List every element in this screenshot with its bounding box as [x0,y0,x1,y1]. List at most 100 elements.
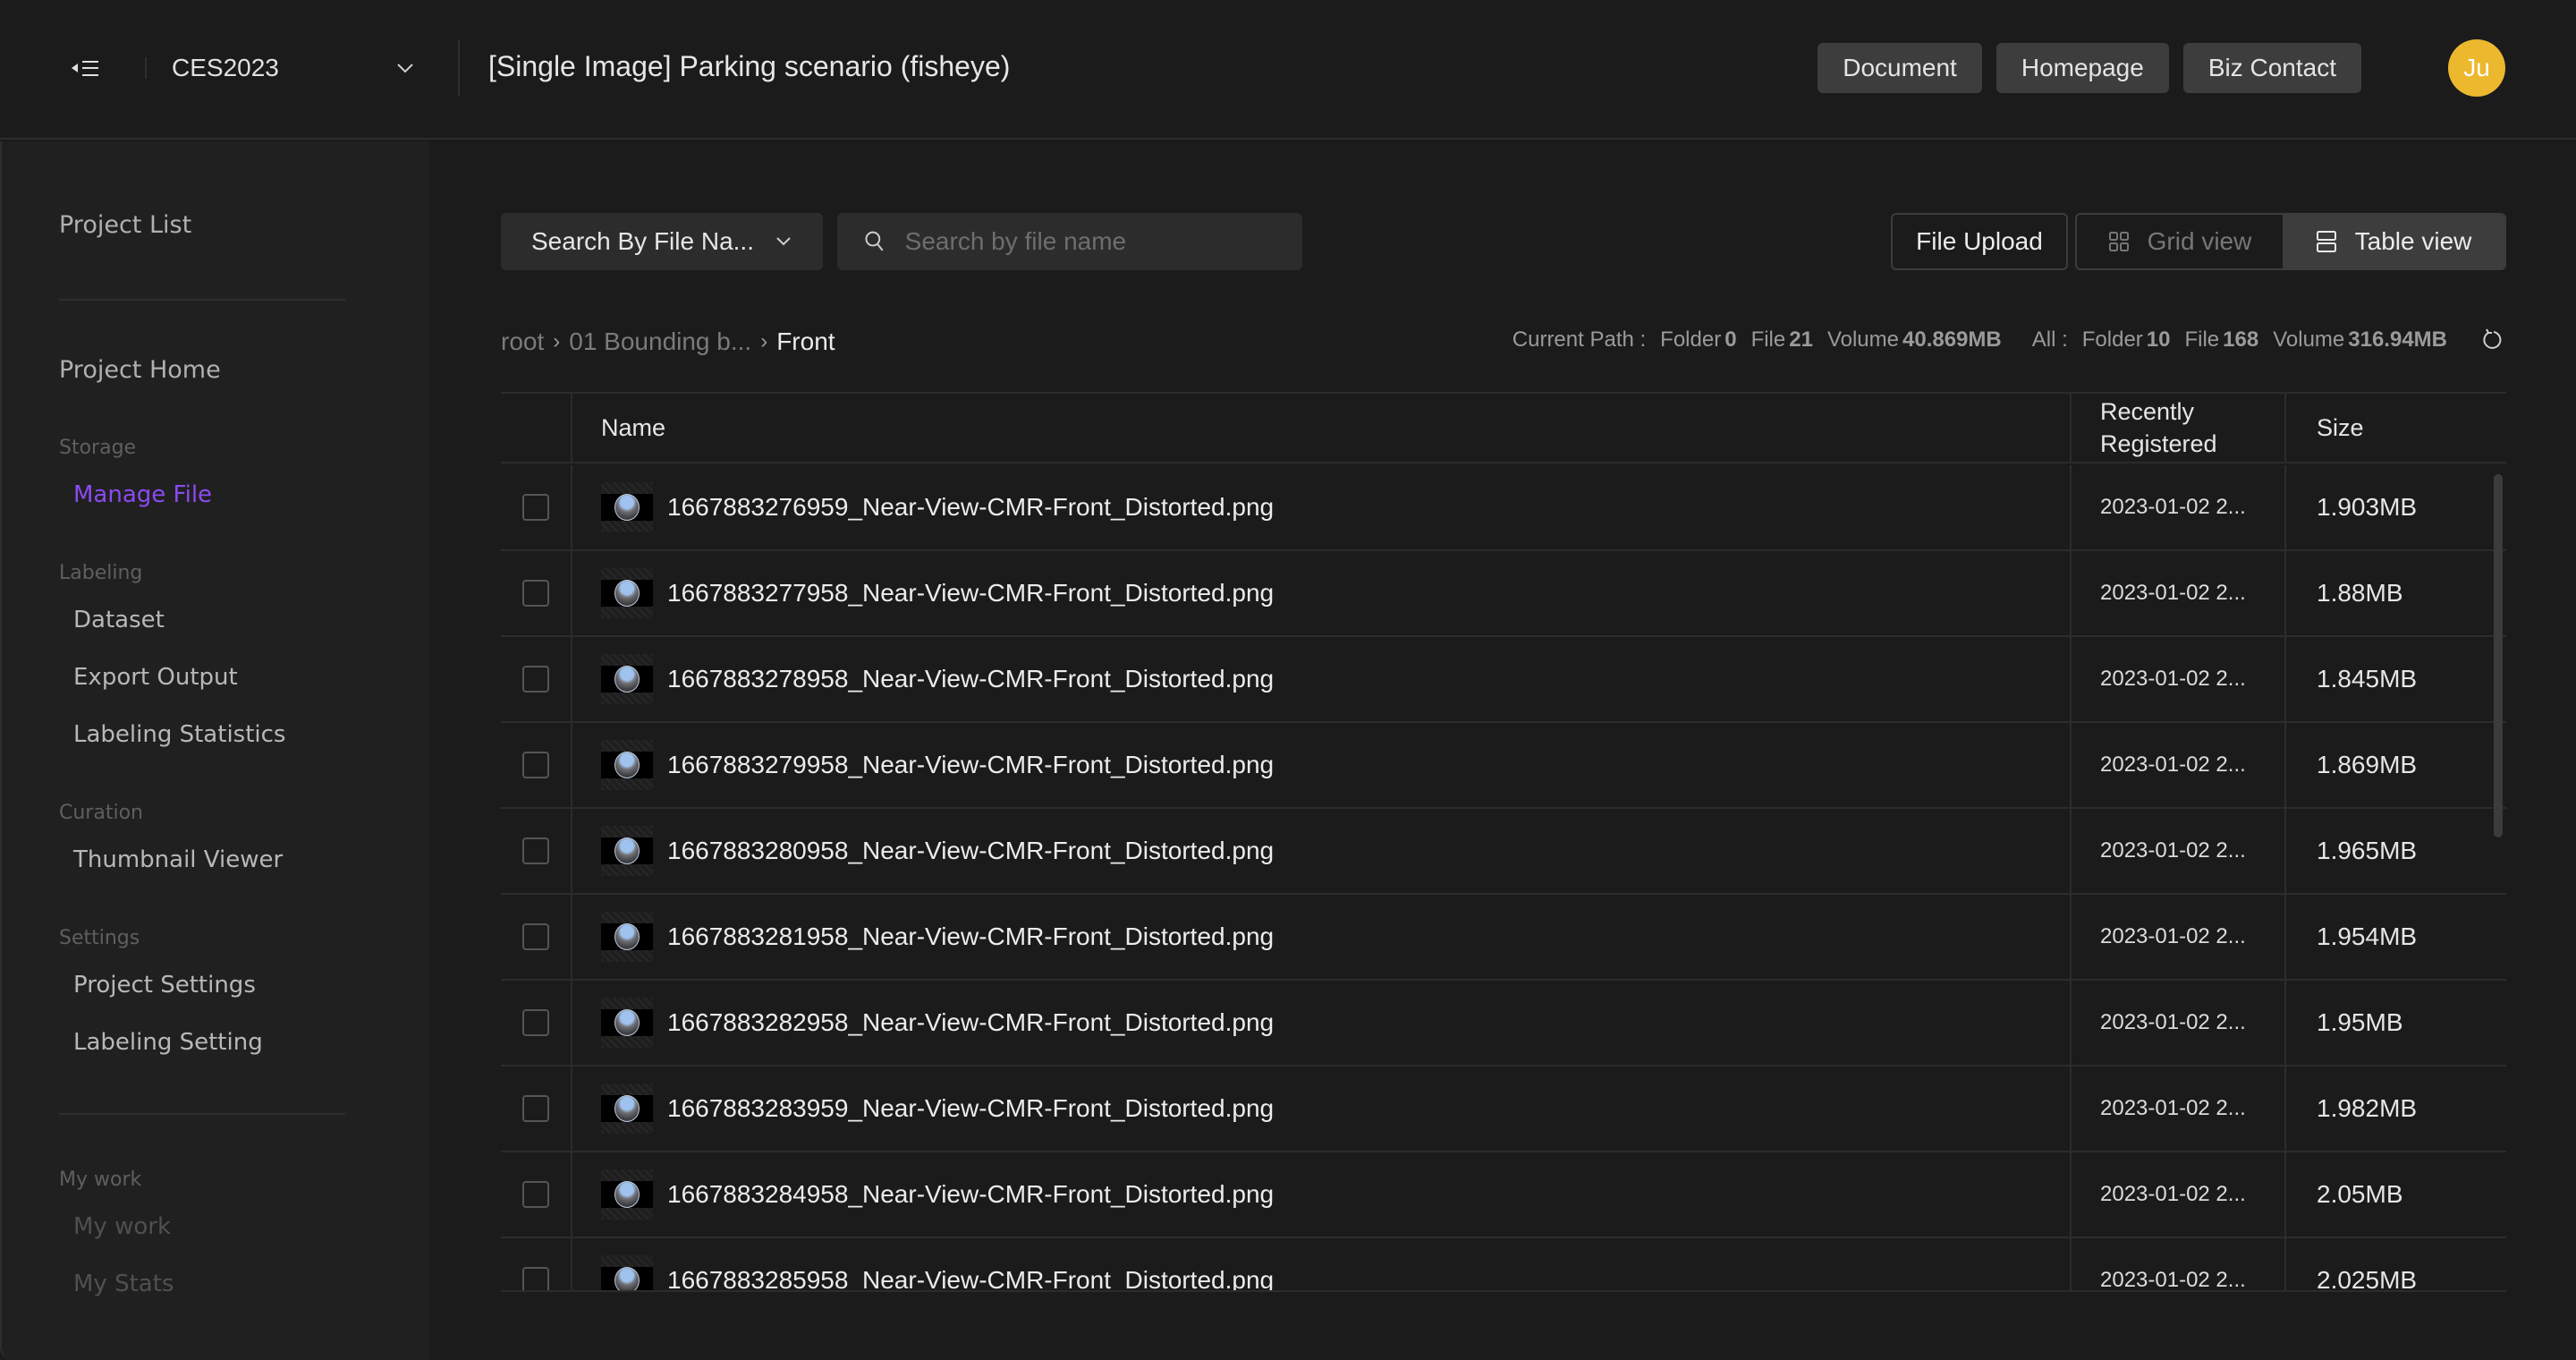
breadcrumb-folder[interactable]: 01 Bounding b... [569,327,751,356]
file-size: 2.05MB [2317,1180,2403,1208]
collapse-sidebar-button[interactable] [70,54,106,82]
file-thumbnail[interactable] [601,912,653,962]
project-selector[interactable]: CES2023 [172,45,415,91]
document-button[interactable]: Document [1818,43,1982,93]
file-name[interactable]: 1667883278958_Near-View-CMR-Front_Distor… [667,665,1274,693]
search-input[interactable] [904,227,1275,256]
name-cell: 1667883279958_Near-View-CMR-Front_Distor… [572,723,2072,807]
sidebar-item-my-stats[interactable]: My Stats [73,1271,174,1297]
breadcrumb-root[interactable]: root [501,327,544,356]
table-row[interactable]: 1667883280958_Near-View-CMR-Front_Distor… [501,809,2506,895]
table-row[interactable]: 1667883277958_Near-View-CMR-Front_Distor… [501,551,2506,637]
sidebar-item-labeling-setting[interactable]: Labeling Setting [73,1029,263,1056]
refresh-button[interactable] [2481,328,2504,352]
file-thumbnail[interactable] [601,1169,653,1220]
file-thumbnail[interactable] [601,482,653,532]
grid-view-button[interactable]: Grid view [2077,215,2283,268]
fisheye-image-icon [614,923,640,950]
stat-label: Folder [2081,327,2143,352]
table-row[interactable]: 1667883278958_Near-View-CMR-Front_Distor… [501,637,2506,723]
file-name[interactable]: 1667883281958_Near-View-CMR-Front_Distor… [667,922,1274,951]
file-name[interactable]: 1667883282958_Near-View-CMR-Front_Distor… [667,1008,1274,1037]
file-thumbnail[interactable] [601,826,653,876]
table-row[interactable]: 1667883282958_Near-View-CMR-Front_Distor… [501,981,2506,1067]
sidebar-group-settings: Settings [59,927,140,949]
registered-date: 2023-01-02 2... [2100,838,2246,863]
row-checkbox[interactable] [522,1009,549,1036]
current-volume: 40.869MB [1902,327,2002,352]
table-row[interactable]: 1667883284958_Near-View-CMR-Front_Distor… [501,1152,2506,1238]
table-row[interactable]: 1667883276959_Near-View-CMR-Front_Distor… [501,465,2506,551]
search-type-value: Search By File Na... [531,227,754,255]
file-name[interactable]: 1667883277958_Near-View-CMR-Front_Distor… [667,579,1274,608]
file-name[interactable]: 1667883284958_Near-View-CMR-Front_Distor… [667,1180,1274,1209]
stat-label: Volume [2273,327,2345,352]
size-cell: 1.982MB [2286,1067,2506,1151]
sidebar-item-export-output[interactable]: Export Output [73,664,238,691]
name-cell: 1667883276959_Near-View-CMR-Front_Distor… [572,465,2072,549]
row-checkbox[interactable] [522,1181,549,1208]
table-scrollbar[interactable] [2494,474,2503,837]
biz-contact-button[interactable]: Biz Contact [2182,43,2361,93]
search-icon [865,231,884,251]
homepage-button[interactable]: Homepage [1996,43,2169,93]
table-row[interactable]: 1667883283959_Near-View-CMR-Front_Distor… [501,1067,2506,1152]
row-checkbox[interactable] [522,666,549,693]
sidebar-item-labeling-statistics[interactable]: Labeling Statistics [73,721,285,748]
row-checkbox[interactable] [522,494,549,521]
size-cell: 1.845MB [2286,637,2506,721]
table-row[interactable]: 1667883279958_Near-View-CMR-Front_Distor… [501,723,2506,809]
fisheye-image-icon [614,752,640,778]
file-size: 1.845MB [2317,665,2418,693]
search-type-dropdown[interactable]: Search By File Na... [501,213,823,270]
header-divider [458,39,460,97]
fisheye-image-icon [614,1267,640,1290]
file-name[interactable]: 1667883276959_Near-View-CMR-Front_Distor… [667,493,1274,522]
column-header-registered[interactable]: Recently Registered [2072,394,2286,462]
file-name[interactable]: 1667883283959_Near-View-CMR-Front_Distor… [667,1094,1274,1123]
row-checkbox[interactable] [522,580,549,607]
row-checkbox[interactable] [522,752,549,778]
sidebar-item-manage-file[interactable]: Manage File [73,481,212,508]
file-thumbnail[interactable] [601,1255,653,1290]
sidebar-item-dataset[interactable]: Dataset [73,607,165,633]
table-row[interactable]: 1667883281958_Near-View-CMR-Front_Distor… [501,895,2506,981]
file-name[interactable]: 1667883285958_Near-View-CMR-Front_Distor… [667,1266,1274,1290]
date-cell: 2023-01-02 2... [2072,1152,2286,1237]
registered-date: 2023-01-02 2... [2100,495,2246,519]
date-cell: 2023-01-02 2... [2072,551,2286,635]
table-header: Name Recently Registered Size [501,394,2506,463]
user-avatar[interactable]: Ju [2448,39,2505,97]
select-cell [501,465,572,549]
chevron-right-icon: › [553,329,561,353]
file-thumbnail[interactable] [601,654,653,704]
project-name: CES2023 [172,54,279,81]
sidebar-item-thumbnail-viewer[interactable]: Thumbnail Viewer [73,846,283,873]
row-checkbox[interactable] [522,1267,549,1290]
table-row[interactable]: 1667883285958_Near-View-CMR-Front_Distor… [501,1238,2506,1290]
sidebar-item-project-settings[interactable]: Project Settings [73,972,256,999]
column-header-name[interactable]: Name [572,394,2072,462]
row-checkbox[interactable] [522,923,549,950]
row-checkbox[interactable] [522,1095,549,1122]
sidebar-item-project-list[interactable]: Project List [59,211,191,239]
file-upload-button[interactable]: File Upload [1891,213,2068,270]
collapse-menu-icon [72,61,98,76]
sidebar-group-curation: Curation [59,802,143,824]
file-thumbnail[interactable] [601,568,653,618]
table-view-button[interactable]: Table view [2283,215,2504,268]
file-thumbnail[interactable] [601,1084,653,1134]
file-name[interactable]: 1667883280958_Near-View-CMR-Front_Distor… [667,837,1274,865]
size-cell: 1.869MB [2286,723,2506,807]
sidebar-item-project-home[interactable]: Project Home [59,356,221,384]
size-cell: 2.05MB [2286,1152,2506,1237]
sidebar-item-my-work[interactable]: My work [73,1213,171,1240]
column-header-size[interactable]: Size [2286,394,2506,462]
column-header-registered-line2: Registered [2100,430,2217,457]
row-checkbox[interactable] [522,837,549,864]
file-thumbnail[interactable] [601,740,653,790]
file-thumbnail[interactable] [601,998,653,1048]
date-cell: 2023-01-02 2... [2072,465,2286,549]
date-cell: 2023-01-02 2... [2072,637,2286,721]
file-name[interactable]: 1667883279958_Near-View-CMR-Front_Distor… [667,751,1274,779]
